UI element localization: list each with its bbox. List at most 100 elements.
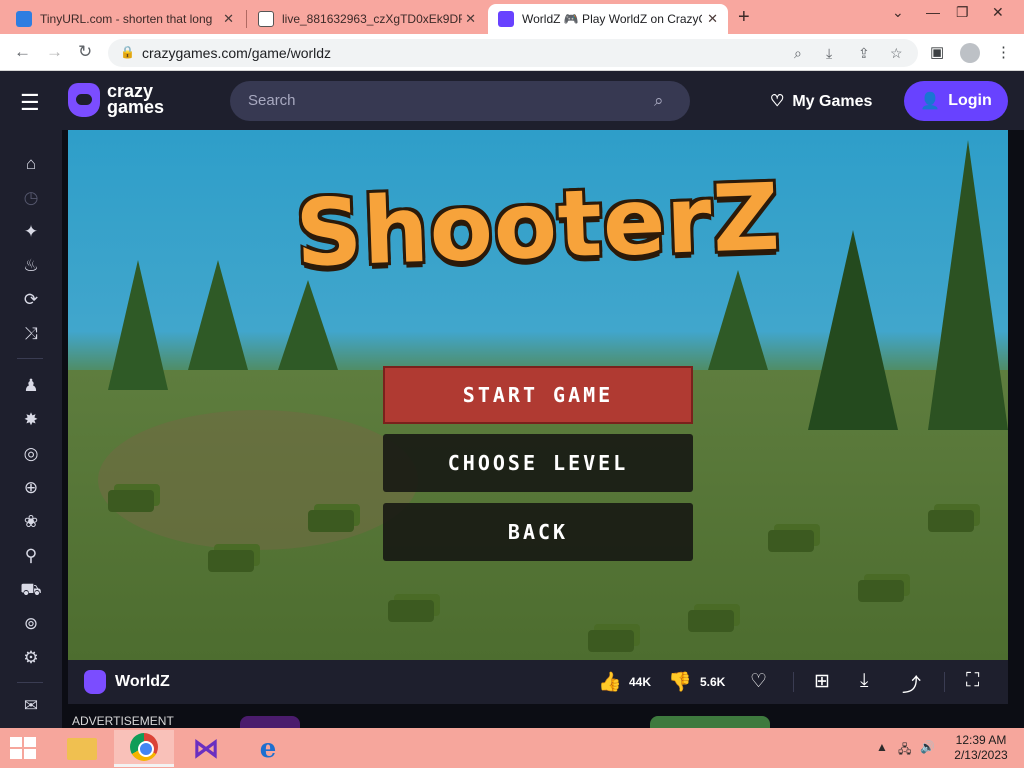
- search-input[interactable]: Search ⌕: [230, 81, 690, 121]
- browser-tab-strip: TinyURL.com - shorten that long ✕ live_8…: [0, 0, 1024, 34]
- adventure-icon[interactable]: ◎: [19, 442, 43, 466]
- my-games-link[interactable]: ♡ My Games: [770, 91, 872, 111]
- close-window-icon[interactable]: ✕: [992, 4, 1004, 21]
- taskbar-file-explorer[interactable]: [52, 730, 112, 767]
- recent-icon[interactable]: ◷: [19, 186, 43, 210]
- game-tree: [708, 270, 768, 370]
- visual-studio-icon: ⋈: [193, 733, 219, 763]
- minimize-icon[interactable]: —: [926, 4, 940, 20]
- heart-icon[interactable]: ♡: [750, 670, 767, 693]
- sidebar-divider: [17, 682, 43, 683]
- beauty-icon[interactable]: ❀: [19, 510, 43, 534]
- logo-line-2: games: [107, 97, 165, 117]
- menu-dots-icon[interactable]: ⋮: [996, 43, 1011, 61]
- game-bush: [688, 610, 734, 632]
- file-icon: [258, 11, 274, 27]
- game-bush: [928, 510, 974, 532]
- tab-separator: [246, 10, 247, 28]
- start-game-button[interactable]: START GAME: [383, 366, 693, 424]
- tab-title: live_881632963_czXgTD0xEk9DR: [282, 12, 462, 26]
- game-info-bar: WorldZ 👍 44K 👎 5.6K ♡ ⊞ ⤓ ⤴ ⛶: [68, 660, 1008, 704]
- mail-icon[interactable]: ✉: [19, 694, 43, 718]
- share-icon[interactable]: ⇪: [858, 45, 870, 62]
- windows-start-icon[interactable]: [10, 737, 38, 761]
- install-icon[interactable]: ⤓: [826, 45, 832, 62]
- crazygames-logo-icon[interactable]: [68, 83, 100, 117]
- tab-search-chevron-icon[interactable]: ⌄: [892, 4, 904, 21]
- side-panel-icon[interactable]: ▣: [930, 43, 944, 61]
- taskbar-internet-explorer[interactable]: e: [238, 730, 298, 767]
- taskbar-clock[interactable]: 12:39 AM 2/13/2023: [948, 733, 1014, 763]
- car-icon[interactable]: ⛟: [19, 578, 43, 602]
- game-bush: [588, 630, 634, 652]
- windows-taskbar: ⋈ e ▲ 🖧 🔊 12:39 AM 2/13/2023: [0, 728, 1024, 768]
- fullscreen-icon[interactable]: ⛶: [966, 670, 979, 692]
- choose-level-button[interactable]: CHOOSE LEVEL: [383, 434, 693, 492]
- url-text[interactable]: crazygames.com/game/worldz: [142, 45, 331, 61]
- omnibox[interactable]: 🔒 crazygames.com/game/worldz ⌕ ⤓ ⇪ ☆: [108, 39, 918, 67]
- thumbs-down-icon[interactable]: 👎: [668, 670, 692, 694]
- close-icon[interactable]: ✕: [223, 11, 234, 27]
- folder-icon: [67, 737, 97, 760]
- heart-icon: ♡: [770, 93, 785, 110]
- tray-chevron-icon[interactable]: ▲: [876, 740, 888, 754]
- tab-worldz[interactable]: WorldZ 🎮 Play WorldZ on CrazyG ✕: [488, 4, 728, 34]
- game-bush: [108, 490, 154, 512]
- my-games-label: My Games: [792, 93, 873, 110]
- updated-icon[interactable]: ⟳: [19, 288, 43, 312]
- driving-icon[interactable]: ⚙: [19, 646, 43, 670]
- search-placeholder: Search: [248, 92, 296, 109]
- tab-live-file[interactable]: live_881632963_czXgTD0xEk9DR ✕: [248, 4, 486, 34]
- lock-icon[interactable]: 🔒: [120, 45, 135, 59]
- close-icon[interactable]: ✕: [465, 11, 476, 27]
- tab-title: TinyURL.com - shorten that long: [40, 12, 213, 26]
- crazygames-icon: [84, 670, 106, 694]
- game-tree: [278, 280, 338, 370]
- site-logo-text[interactable]: crazy games: [107, 82, 165, 117]
- restore-icon[interactable]: ❐: [956, 4, 969, 21]
- profile-avatar[interactable]: [960, 43, 980, 63]
- share-icon[interactable]: ⤴: [902, 670, 921, 697]
- gamebar-divider: [793, 672, 794, 692]
- download-icon[interactable]: ⤓: [860, 670, 868, 692]
- taskbar-chrome[interactable]: [114, 730, 174, 767]
- reload-icon[interactable]: ↻: [78, 42, 92, 62]
- embed-icon[interactable]: ⊞: [814, 670, 830, 693]
- login-label: Login: [948, 92, 992, 109]
- action-icon[interactable]: ✸: [19, 408, 43, 432]
- home-icon[interactable]: ⌂: [19, 152, 43, 176]
- trending-icon[interactable]: ♨: [19, 254, 43, 278]
- multiplayer-icon[interactable]: ♟: [19, 374, 43, 398]
- bookmark-star-icon[interactable]: ☆: [890, 45, 903, 62]
- chrome-icon: [130, 733, 158, 761]
- game-logo-title: ShooterZ: [293, 163, 783, 288]
- bike-icon[interactable]: ⚲: [19, 544, 43, 568]
- login-button[interactable]: 👤 Login: [904, 81, 1008, 121]
- search-icon[interactable]: ⌕: [794, 45, 802, 62]
- volume-icon[interactable]: 🔊: [920, 740, 935, 754]
- tab-tinyurl[interactable]: TinyURL.com - shorten that long ✕: [6, 4, 244, 34]
- sidebar: ⌂ ◷ ✦ ♨ ⟳ ⤨ ♟ ✸ ◎ ⊕ ❀ ⚲ ⛟ ⊚ ⚙ ✉: [0, 130, 62, 728]
- game-bush: [208, 550, 254, 572]
- new-icon[interactable]: ✦: [19, 220, 43, 244]
- site-header: ☰ crazy games Search ⌕ ♡ My Games 👤 Login: [0, 71, 1024, 130]
- clicker-icon[interactable]: ⊚: [19, 612, 43, 636]
- random-icon[interactable]: ⤨: [19, 322, 43, 346]
- network-icon[interactable]: 🖧: [898, 740, 911, 761]
- thumbs-up-icon[interactable]: 👍: [598, 670, 622, 694]
- taskbar-visual-studio[interactable]: ⋈: [176, 730, 236, 767]
- close-icon[interactable]: ✕: [707, 11, 718, 27]
- menu-toggle-icon[interactable]: ☰: [20, 90, 40, 116]
- game-dirt-path: [98, 410, 418, 550]
- search-icon[interactable]: ⌕: [654, 91, 664, 111]
- tinyurl-icon: [16, 11, 32, 27]
- address-toolbar: ← → ↻ 🔒 crazygames.com/game/worldz ⌕ ⤓ ⇪…: [0, 34, 1024, 71]
- back-button[interactable]: BACK: [383, 503, 693, 561]
- like-count: 44K: [629, 675, 652, 689]
- forward-icon[interactable]: →: [46, 42, 63, 62]
- basketball-icon[interactable]: ⊕: [19, 476, 43, 500]
- new-tab-icon[interactable]: +: [738, 6, 750, 29]
- back-icon[interactable]: ←: [14, 42, 31, 62]
- game-bush: [308, 510, 354, 532]
- game-canvas[interactable]: ShooterZ START GAME CHOOSE LEVEL BACK: [68, 130, 1008, 660]
